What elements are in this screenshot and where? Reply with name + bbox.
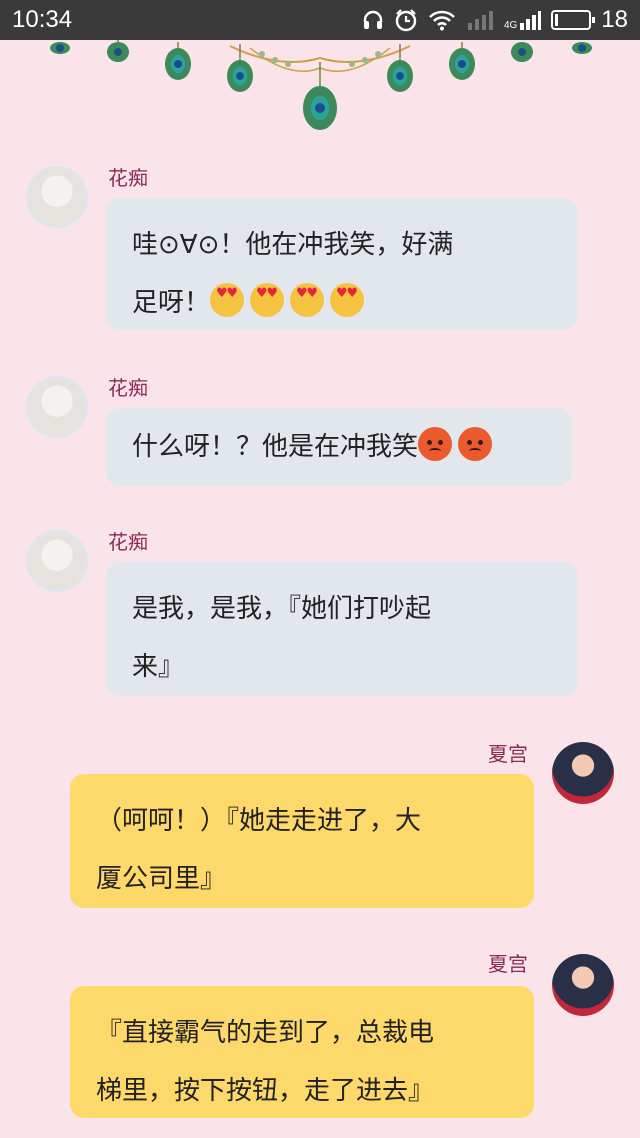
status-icons: 4G 18 (362, 6, 628, 34)
status-bar: 10:34 4G 18 (0, 0, 640, 40)
message-bubble[interactable]: 是我，是我，『她们打吵起 来』 (106, 562, 578, 696)
avatar[interactable] (552, 954, 614, 1016)
signal-4g-icon: 4G (503, 9, 542, 31)
status-time: 10:34 (12, 6, 73, 33)
message-text: 什么呀！？他是在冲我笑 (132, 432, 419, 462)
message-bubble[interactable]: （呵呵！）『她走走进了，大 厦公司里』 (70, 774, 534, 908)
sender-name: 花痴 (108, 166, 148, 190)
battery-icon (551, 10, 596, 30)
avatar[interactable] (26, 166, 88, 228)
wifi-icon (429, 10, 455, 31)
battery-fill (555, 14, 558, 26)
message-text: 厦公司里』 (96, 864, 227, 894)
angry-emoji (418, 427, 453, 461)
avatar[interactable] (26, 376, 88, 438)
sender-name: 夏宫 (488, 952, 528, 976)
message-text-line: 什么呀！？他是在冲我笑 (132, 418, 546, 476)
sender-name: 花痴 (108, 376, 148, 400)
message-text: 『直接霸气的走到了，总裁电 (96, 1018, 435, 1048)
alarm-icon (395, 9, 417, 32)
message-text: （呵呵！）『她走走进了，大 (96, 806, 422, 836)
sender-name: 夏宫 (488, 742, 528, 766)
message-text: 来』 (132, 652, 185, 682)
network-label: 4G (503, 20, 518, 31)
avatar[interactable] (26, 530, 88, 592)
peacock-garland-decoration (50, 40, 592, 130)
headset-icon (363, 10, 383, 29)
message-bubble[interactable]: 『直接霸气的走到了，总裁电 梯里，按下按钮，走了进去』 (70, 986, 534, 1118)
message-text: 足呀！ (132, 288, 211, 318)
heart-eyes-emoji (210, 283, 245, 317)
message-text: 梯里，按下按钮，走了进去』 (96, 1076, 435, 1106)
message-bubble[interactable]: 哇⊙∀⊙！他在冲我笑，好满 足呀！ (106, 198, 578, 330)
battery-level: 18 (601, 6, 628, 33)
message-bubble[interactable]: 什么呀！？他是在冲我笑 (106, 408, 572, 486)
message-text-line: 足呀！ (132, 274, 552, 332)
heart-eyes-emoji (250, 283, 285, 317)
message-text: 哇⊙∀⊙！他在冲我笑，好满 (132, 230, 454, 260)
message-text: 是我，是我，『她们打吵起 (132, 594, 432, 624)
heart-eyes-emoji (330, 283, 365, 317)
sender-name: 花痴 (108, 530, 148, 554)
signal-icon (467, 11, 493, 30)
avatar[interactable] (552, 742, 614, 804)
peacock-feather-icon (50, 40, 592, 130)
angry-emoji (458, 427, 493, 461)
heart-eyes-emoji (290, 283, 325, 317)
